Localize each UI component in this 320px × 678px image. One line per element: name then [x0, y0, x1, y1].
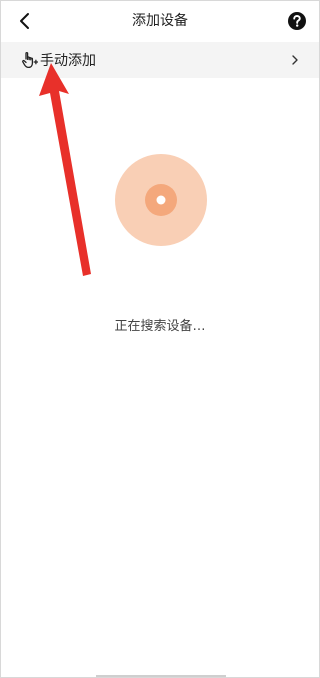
radar-pulse-icon	[115, 154, 207, 246]
manual-add-row[interactable]: 手动添加	[1, 42, 319, 78]
scanning-status-text: 正在搜索设备…	[114, 319, 206, 334]
manual-add-label: 手动添加	[40, 53, 96, 69]
chevron-right-icon	[292, 55, 298, 65]
home-indicator	[96, 675, 226, 677]
help-button[interactable]	[287, 11, 307, 31]
question-circle-icon	[288, 12, 306, 30]
page-title: 添加设备	[132, 13, 188, 29]
top-nav-bar: 添加设备	[1, 1, 319, 41]
add-device-screen: 添加设备 手动添加 正在搜索设备…	[0, 0, 320, 678]
hand-pointer-plus-icon	[22, 51, 38, 69]
annotation-arrow-icon	[39, 63, 91, 276]
